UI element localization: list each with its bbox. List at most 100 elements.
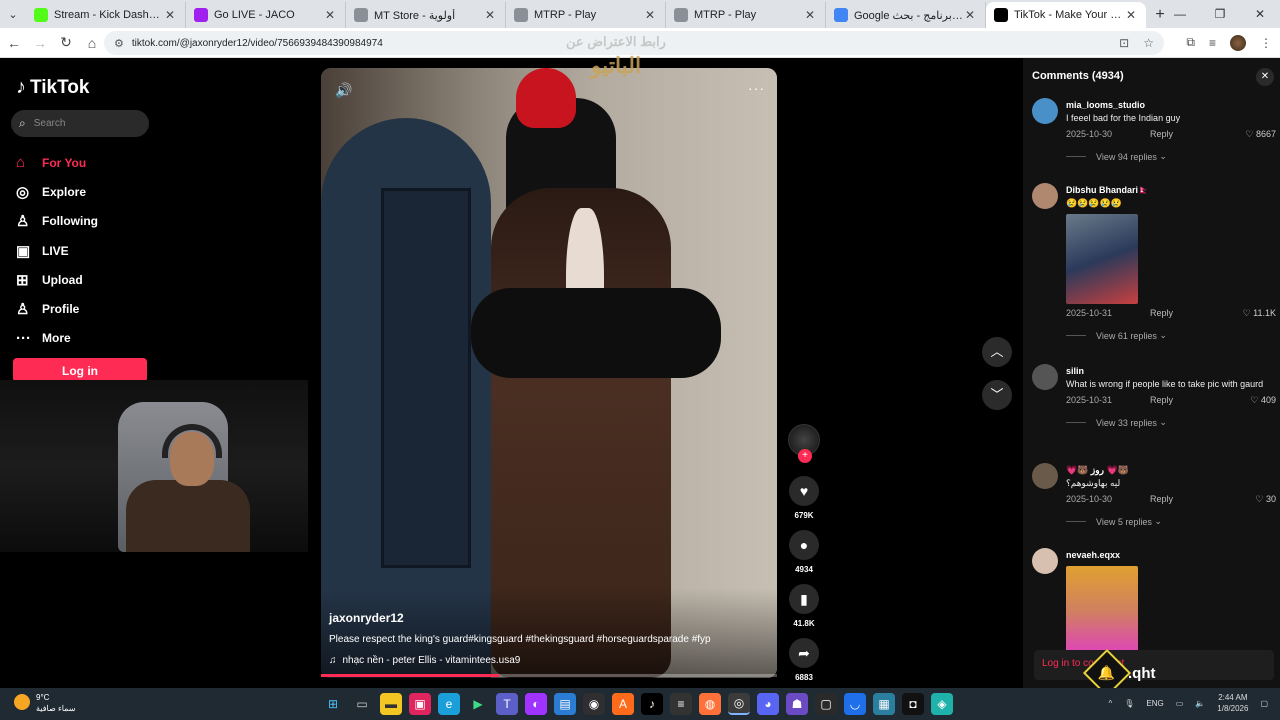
app-icon-gray[interactable]: ▢ (815, 693, 837, 715)
install-app-icon[interactable]: ⊡ (1119, 36, 1129, 50)
tab-close-icon[interactable]: ✕ (323, 8, 337, 22)
mic-icon[interactable]: 🎙 (1124, 699, 1134, 708)
tab-close-icon[interactable]: ✕ (803, 8, 817, 22)
more-options-icon[interactable]: ··· (748, 80, 765, 96)
commenter-name[interactable]: silin (1066, 364, 1276, 378)
volume-icon[interactable]: 🔊 (335, 82, 352, 99)
tab-close-icon[interactable]: ✕ (163, 8, 177, 22)
commenter-avatar[interactable] (1032, 183, 1058, 209)
previous-video-chevron-up-icon[interactable]: ︿ (982, 337, 1012, 367)
comment-like[interactable]: ♡ 30 (1255, 494, 1276, 505)
view-replies-button[interactable]: View 61 replies ⌄ (1066, 330, 1276, 341)
like-action[interactable]: ♥ 679K (789, 476, 819, 520)
reply-button[interactable]: Reply (1150, 395, 1173, 405)
sidebar-item-upload[interactable]: ⊞ Upload (16, 265, 98, 294)
next-video-chevron-down-icon[interactable]: ﹀ (982, 380, 1012, 410)
teams-icon[interactable]: T (496, 693, 518, 715)
tab-close-icon[interactable]: ✕ (643, 8, 657, 22)
video-player[interactable] (321, 68, 777, 678)
video-progress-bar[interactable] (321, 674, 777, 677)
app-icon-black[interactable]: ◘ (902, 693, 924, 715)
browser-tab-3[interactable]: MTRP - Play ✕ (506, 2, 666, 28)
back-icon[interactable]: ← (2, 35, 26, 51)
maximize-button[interactable]: ❐ (1200, 0, 1240, 28)
tab-close-icon[interactable]: ✕ (1124, 8, 1138, 22)
comment-image[interactable] (1066, 566, 1138, 656)
extensions-icon[interactable]: ⧉ (1186, 35, 1195, 50)
comment-image[interactable] (1066, 214, 1138, 304)
comment-icon[interactable]: ● (789, 530, 819, 560)
app-icon-dark[interactable]: ≡ (670, 693, 692, 715)
comment-like[interactable]: ♡ 8667 (1245, 129, 1276, 140)
app-icon-orange[interactable]: A (612, 693, 634, 715)
chrome-icon[interactable]: ◎ (728, 693, 750, 715)
commenter-avatar[interactable] (1032, 98, 1058, 124)
weather-widget[interactable]: 9°C سماء صافية (14, 692, 76, 714)
app-icon-teal[interactable]: ▦ (873, 693, 895, 715)
app-icon-blue[interactable]: ◡ (844, 693, 866, 715)
minimize-button[interactable]: — (1160, 0, 1200, 28)
login-button[interactable]: Log in (13, 358, 147, 382)
commenter-name[interactable]: nevaeh.eqxx (1066, 548, 1276, 562)
commenter-avatar[interactable] (1032, 548, 1058, 574)
commenter-name[interactable]: 💗🐻 روز 💗🐻 (1066, 463, 1276, 477)
home-icon[interactable]: ⌂ (80, 35, 104, 51)
view-replies-button[interactable]: View 33 replies ⌄ (1066, 417, 1276, 428)
reload-icon[interactable]: ↻ (54, 34, 78, 51)
browser-tab-2[interactable]: MT Store - أولوية ✕ (346, 2, 506, 28)
author-avatar[interactable]: + (788, 424, 820, 463)
heart-icon[interactable]: ♥ (789, 476, 819, 506)
browser-tab-0[interactable]: Stream - Kick Dashboard✕ (26, 2, 186, 28)
edge-icon[interactable]: e (438, 693, 460, 715)
clock[interactable]: 2:44 AM 1/8/2026 (1217, 692, 1248, 714)
browser-tab-6[interactable]: TikTok - Make Your Day ✕ (986, 2, 1146, 28)
task-view-icon[interactable]: ▭ (351, 693, 373, 715)
notification-icon[interactable]: ▢ (1260, 699, 1268, 708)
sidebar-item-following[interactable]: ♙ Following (16, 207, 98, 236)
windows-start-icon[interactable]: ⊞ (322, 693, 344, 715)
comment-like[interactable]: ♡ 11.1K (1243, 308, 1276, 319)
view-replies-button[interactable]: View 94 replies ⌄ (1066, 151, 1276, 162)
play-store-icon[interactable]: ▶ (467, 693, 489, 715)
comment-action[interactable]: ● 4934 (789, 530, 819, 574)
sidebar-item-live[interactable]: ▣ LIVE (16, 236, 98, 265)
reply-button[interactable]: Reply (1150, 129, 1173, 139)
reply-button[interactable]: Reply (1150, 308, 1173, 318)
reply-button[interactable]: Reply (1150, 494, 1173, 504)
tab-close-icon[interactable]: ✕ (963, 8, 977, 22)
video-author[interactable]: jaxonryder12 (329, 611, 404, 625)
sidebar-item-for-you[interactable]: ⌂ For You (16, 148, 98, 177)
reading-list-icon[interactable]: ≡ (1209, 36, 1216, 50)
tab-search-button[interactable]: ⌄ (0, 0, 26, 28)
share-action[interactable]: ➦ 6883 (789, 638, 819, 682)
save-action[interactable]: ▮ 41.8K (789, 584, 819, 628)
speaker-icon[interactable]: 🔈 (1195, 699, 1205, 708)
search-input[interactable]: ⌕ Search (11, 110, 149, 137)
commenter-avatar[interactable] (1032, 463, 1058, 489)
browser-tab-4[interactable]: MTRP - Play ✕ (666, 2, 826, 28)
discord-icon[interactable]: ◕ (757, 693, 779, 715)
browser-tab-1[interactable]: Go LIVE - JACO ✕ (186, 2, 346, 28)
tiktok-logo[interactable]: ♪ TikTok (16, 76, 89, 99)
close-icon[interactable]: ✕ (1256, 68, 1274, 86)
bookmark-icon[interactable]: ▮ (789, 584, 819, 614)
app-icon-cyan[interactable]: ◈ (931, 693, 953, 715)
commenter-name[interactable]: Dibshu Bhandari🇳🇵 (1066, 183, 1276, 197)
profile-avatar[interactable] (1230, 34, 1246, 51)
messenger-icon[interactable]: ◐ (525, 693, 547, 715)
view-replies-button[interactable]: View 5 replies ⌄ (1066, 516, 1276, 527)
video-music[interactable]: ♫ nhạc nền - peter Ellis - vitamintees.u… (329, 655, 520, 666)
browser-tab-5[interactable]: Google كاريزما برنامج - بحث✕ (826, 2, 986, 28)
share-icon[interactable]: ➦ (789, 638, 819, 668)
app-icon-red[interactable]: ▣ (409, 693, 431, 715)
language-indicator[interactable]: ENG (1146, 699, 1163, 708)
tiktok-app-icon[interactable]: ♪ (641, 693, 663, 715)
close-window-button[interactable]: ✕ (1240, 0, 1280, 28)
chevron-up-icon[interactable]: ^ (1109, 699, 1113, 708)
bookmark-star-icon[interactable]: ☆ (1143, 36, 1154, 50)
follow-plus-icon[interactable]: + (798, 449, 812, 463)
forward-icon[interactable]: → (28, 35, 52, 51)
comment-like[interactable]: ♡ 409 (1250, 395, 1276, 406)
sidebar-item-explore[interactable]: ◎ Explore (16, 177, 98, 206)
firefox-icon[interactable]: ◍ (699, 693, 721, 715)
